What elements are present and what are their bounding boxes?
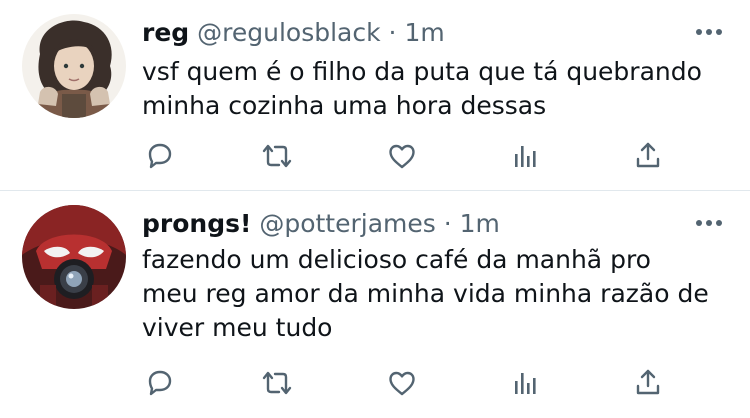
heart-icon (389, 144, 415, 169)
username-handle[interactable]: @regulosblack (197, 18, 380, 47)
tweet-header: reg @regulosblack · 1m (142, 16, 445, 50)
tweet-actions (142, 138, 732, 174)
separator-dot: · (388, 18, 397, 47)
retweet-button[interactable] (259, 138, 295, 174)
tweet[interactable]: reg @regulosblack · 1m vsf quem é o filh… (0, 0, 750, 190)
display-name[interactable]: prongs! (142, 209, 251, 238)
display-name[interactable]: reg (142, 18, 189, 47)
tweet-text-line: viver meu tudo (142, 313, 333, 342)
reply-bubble-icon (148, 143, 172, 169)
timestamp[interactable]: 1m (404, 18, 444, 47)
share-button[interactable] (630, 365, 666, 401)
more-options-button[interactable] (694, 213, 724, 233)
reply-button[interactable] (142, 138, 178, 174)
separator-dot: · (443, 209, 452, 238)
share-upload-icon (636, 369, 660, 395)
reply-button[interactable] (142, 365, 178, 401)
retweet-button[interactable] (259, 365, 295, 401)
like-button[interactable] (384, 365, 420, 401)
heart-icon (389, 371, 415, 396)
avatar[interactable] (22, 205, 126, 309)
analytics-button[interactable] (507, 138, 543, 174)
tweet-text: fazendo um delicioso café da manhã pro m… (142, 243, 732, 345)
tweet-text-line: minha cozinha uma hora dessas (142, 91, 547, 120)
tweet-text-line: fazendo um delicioso café da manhã pro (142, 245, 651, 274)
more-dots-icon (696, 29, 722, 35)
more-options-button[interactable] (694, 22, 724, 42)
timeline: reg @regulosblack · 1m vsf quem é o filh… (0, 0, 750, 418)
tweet-text-line: vsf quem é o filho da puta que tá quebra… (142, 57, 702, 86)
like-button[interactable] (384, 138, 420, 174)
more-dots-icon (696, 220, 722, 226)
tweet[interactable]: prongs! @potterjames · 1m fazendo um del… (0, 191, 750, 418)
tweet-text-line: meu reg amor da minha vida minha razão d… (142, 279, 709, 308)
avatar[interactable] (22, 14, 126, 118)
share-button[interactable] (630, 138, 666, 174)
analytics-bars-icon (515, 146, 536, 167)
analytics-button[interactable] (507, 365, 543, 401)
tweet-actions (142, 365, 732, 401)
reply-bubble-icon (148, 370, 172, 396)
analytics-bars-icon (515, 373, 536, 394)
avatar-illustration (22, 205, 126, 309)
tweet-text: vsf quem é o filho da puta que tá quebra… (142, 55, 732, 123)
retweet-arrows-icon (262, 144, 292, 168)
timestamp[interactable]: 1m (460, 209, 500, 238)
tweet-header: prongs! @potterjames · 1m (142, 207, 500, 241)
avatar-illustration (22, 14, 126, 118)
username-handle[interactable]: @potterjames (259, 209, 435, 238)
retweet-arrows-icon (262, 371, 292, 395)
share-upload-icon (636, 142, 660, 168)
